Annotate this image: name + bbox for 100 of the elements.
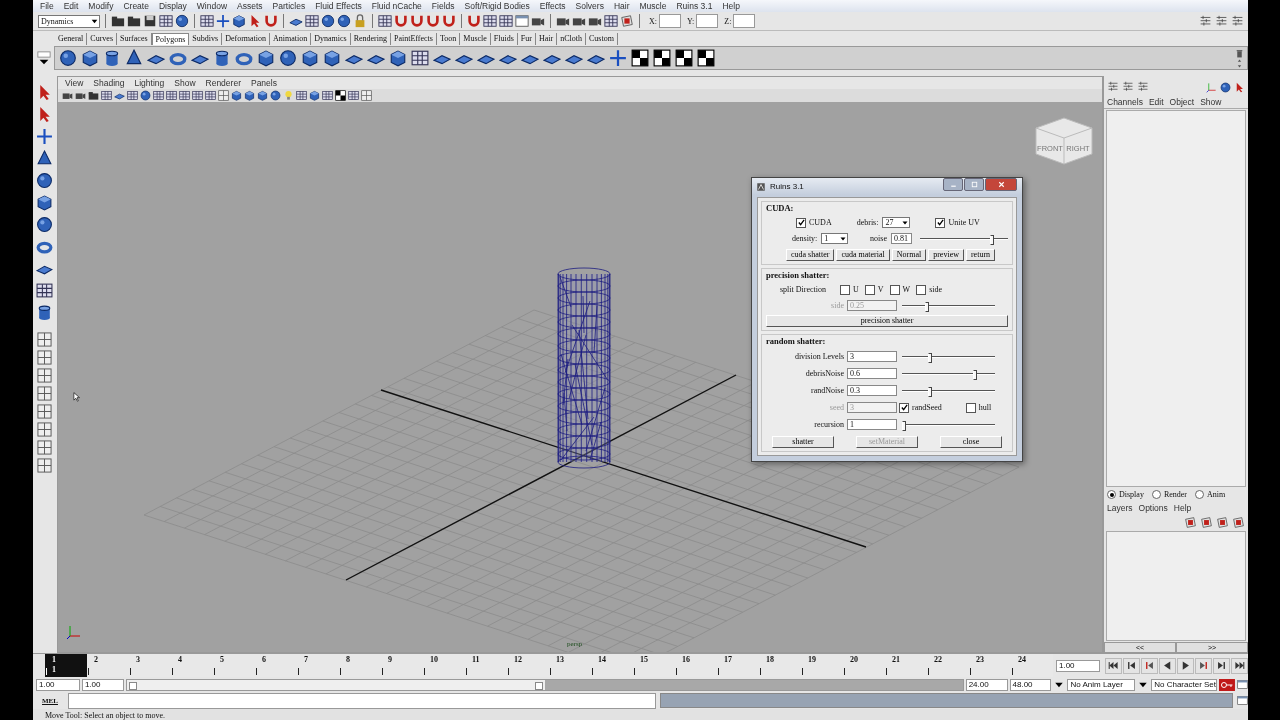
shelf-tab[interactable]: Muscle xyxy=(460,33,491,45)
grid-icon[interactable] xyxy=(127,90,138,101)
grid-icon[interactable] xyxy=(483,14,497,28)
grid-icon[interactable] xyxy=(604,14,618,28)
grid-icon[interactable] xyxy=(322,90,333,101)
text-field[interactable]: 0.3 xyxy=(847,385,897,396)
shelf-tab[interactable]: Dynamics xyxy=(311,33,351,45)
move-icon[interactable] xyxy=(609,49,627,67)
character-set-field[interactable]: No Character Set xyxy=(1151,678,1218,691)
cube-icon[interactable] xyxy=(232,14,246,28)
menu-item[interactable]: Shading xyxy=(88,78,130,88)
shelf-tab[interactable]: nCloth xyxy=(557,33,586,45)
menu-item[interactable]: Particles xyxy=(267,1,311,11)
pointer-icon[interactable] xyxy=(1234,81,1245,93)
lock-icon[interactable] xyxy=(353,14,367,28)
menu-item[interactable]: Layers xyxy=(1104,502,1136,513)
sphere-icon[interactable] xyxy=(279,49,297,67)
grid-icon[interactable] xyxy=(348,90,359,101)
menu-item[interactable]: Help xyxy=(717,1,745,11)
layout-icon[interactable] xyxy=(36,422,52,437)
cylinder-icon[interactable] xyxy=(213,49,231,67)
folder-icon[interactable] xyxy=(127,14,141,28)
coordinate-field[interactable] xyxy=(659,14,681,28)
range-slider[interactable] xyxy=(125,678,964,691)
grid-icon[interactable] xyxy=(378,14,392,28)
step-forward-button[interactable] xyxy=(1213,657,1230,674)
layers-icon[interactable] xyxy=(1232,515,1245,529)
text-field[interactable]: 3 xyxy=(847,351,897,362)
cone-icon[interactable] xyxy=(125,49,143,67)
list-icon[interactable] xyxy=(1107,81,1119,93)
magnet-icon[interactable] xyxy=(394,14,408,28)
shelf-tab[interactable]: Hair xyxy=(536,33,558,45)
cube-icon[interactable] xyxy=(244,90,255,101)
coordinate-field[interactable] xyxy=(696,14,719,28)
layers-icon[interactable] xyxy=(1216,515,1229,529)
cube-icon[interactable] xyxy=(301,49,319,67)
layout-icon[interactable] xyxy=(36,368,52,383)
menu-item[interactable]: Soft/Rigid Bodies xyxy=(459,1,535,11)
magnet-icon[interactable] xyxy=(410,14,424,28)
button[interactable]: cuda material xyxy=(836,248,890,261)
checker-icon[interactable] xyxy=(653,49,671,67)
shelf-tab[interactable]: General xyxy=(55,33,88,45)
mode-dropdown[interactable]: Dynamics xyxy=(38,14,100,28)
button[interactable]: cuda shatter xyxy=(786,248,835,261)
coordinate-field[interactable] xyxy=(733,14,756,28)
end-time-field[interactable]: 48.00 xyxy=(1009,678,1052,691)
start-time-field[interactable]: 1.00 xyxy=(36,678,80,691)
dropdown[interactable]: 27 xyxy=(882,217,911,228)
trash-icon[interactable] xyxy=(1235,48,1244,58)
text-field[interactable]: 1 xyxy=(847,419,897,430)
button[interactable]: return xyxy=(965,248,996,261)
checker-icon[interactable] xyxy=(631,49,649,67)
grid-icon[interactable] xyxy=(200,14,214,28)
shelf-tab[interactable]: Toon xyxy=(436,33,461,45)
key-back-button[interactable] xyxy=(1141,657,1158,674)
command-field[interactable] xyxy=(68,692,656,709)
radio-button[interactable]: Display xyxy=(1107,490,1144,499)
grid-icon[interactable] xyxy=(205,90,216,101)
menu-item[interactable]: Options xyxy=(1135,502,1171,513)
button[interactable]: Normal xyxy=(891,248,927,261)
menu-item[interactable]: Renderer xyxy=(200,78,246,88)
grid-icon[interactable] xyxy=(159,14,173,28)
menu-item[interactable]: Fluid nCache xyxy=(366,1,427,11)
skip-start-button[interactable] xyxy=(1105,657,1122,674)
folder-icon[interactable] xyxy=(111,14,125,28)
text-field[interactable]: 0.6 xyxy=(847,368,897,379)
sphere-icon[interactable] xyxy=(35,172,53,189)
menu-item[interactable]: Display xyxy=(153,1,192,11)
shelf-tab[interactable]: Custom xyxy=(586,33,618,45)
cube-icon[interactable] xyxy=(231,90,242,101)
cube-icon[interactable] xyxy=(257,49,275,67)
shelf-tab[interactable]: Curves xyxy=(87,33,117,45)
menu-item[interactable]: Object xyxy=(1166,96,1198,107)
layers-icon[interactable] xyxy=(1200,515,1213,529)
shelf-tab[interactable]: Polygons xyxy=(151,33,190,45)
move-icon[interactable] xyxy=(216,14,230,28)
cube-icon[interactable] xyxy=(389,49,407,67)
cube-icon[interactable] xyxy=(309,90,320,101)
menu-item[interactable]: Fluid Effects xyxy=(310,1,367,11)
cube-icon[interactable] xyxy=(35,194,53,211)
menu-item[interactable]: Lighting xyxy=(129,78,170,88)
play-button[interactable] xyxy=(1177,657,1194,674)
list-icon[interactable] xyxy=(1231,14,1244,28)
menu-item[interactable]: Edit xyxy=(1145,96,1167,107)
sphere-icon[interactable] xyxy=(1220,81,1231,93)
window-icon[interactable] xyxy=(1237,679,1248,690)
shelf-tab[interactable]: Rendering xyxy=(350,33,391,45)
shelf-tab[interactable]: Subdivs xyxy=(189,33,223,45)
shelf-tab[interactable]: Fluids xyxy=(490,33,518,45)
menu-item[interactable]: Channels xyxy=(1104,96,1146,107)
menu-item[interactable]: Modify xyxy=(83,1,119,11)
layout-icon[interactable] xyxy=(36,386,52,401)
play-back-button[interactable] xyxy=(1159,657,1176,674)
shelf-tab[interactable]: Deformation xyxy=(222,33,270,45)
close-button[interactable] xyxy=(985,178,1017,191)
playback-end-field[interactable]: 24.00 xyxy=(965,678,1008,691)
menu-item[interactable]: Muscle xyxy=(634,1,672,11)
layout-icon[interactable] xyxy=(36,350,52,365)
anim-layer-field[interactable]: No Anim Layer xyxy=(1067,678,1136,691)
menu-item[interactable]: Hair xyxy=(608,1,635,11)
